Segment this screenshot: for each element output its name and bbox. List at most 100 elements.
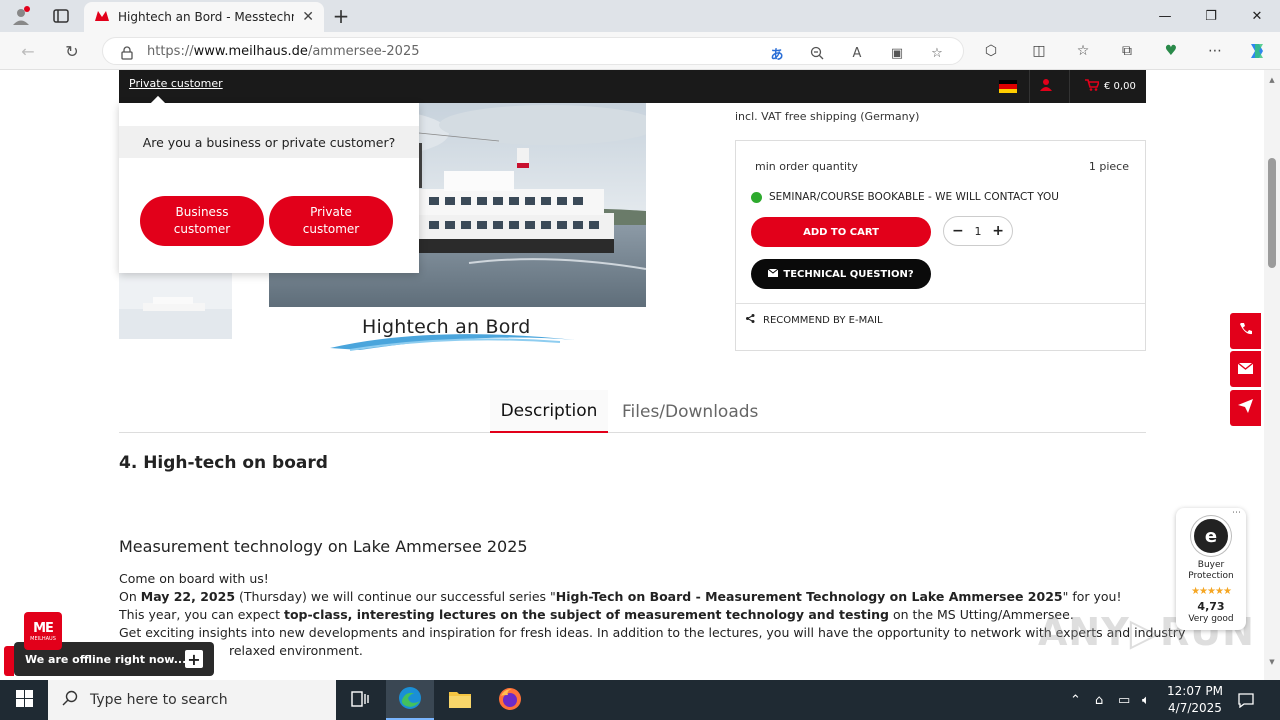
notifications-icon[interactable]: [1238, 680, 1254, 720]
paper-plane-icon: [1238, 399, 1253, 417]
lock-icon[interactable]: [117, 44, 137, 62]
scroll-up-icon[interactable]: ▲: [1268, 76, 1276, 84]
close-tab-icon[interactable]: ✕: [302, 9, 314, 25]
quantity-value[interactable]: 1: [975, 225, 982, 238]
product-thumbnail[interactable]: [119, 273, 232, 339]
windows-taskbar: Type here to search ⌃ ⌂ ▭ 🔈︎ 12:07 PM 4/…: [0, 680, 1280, 720]
windows-logo-icon: [15, 690, 33, 710]
paragraph-line: Get exciting insights into new developme…: [119, 625, 1186, 640]
chat-brand-badge[interactable]: ME MEILHAUS: [24, 612, 62, 650]
translate-icon[interactable]: あ: [767, 44, 787, 63]
add-to-cart-button[interactable]: ADD TO CART: [751, 217, 931, 247]
edge-taskbar-button[interactable]: [386, 680, 434, 720]
back-icon[interactable]: ←: [16, 40, 40, 62]
availability-status: SEMINAR/COURSE BOOKABLE - WE WILL CONTAC…: [751, 191, 1059, 203]
tab-actions-icon[interactable]: [50, 6, 72, 26]
split-screen-icon[interactable]: ◫: [1028, 41, 1050, 61]
show-hidden-icons[interactable]: ⌃: [1070, 680, 1081, 720]
paragraph-line: Come on board with us!: [119, 571, 269, 586]
phone-contact-button[interactable]: [1230, 313, 1261, 349]
page-scrollbar[interactable]: ▲ ▼: [1264, 70, 1280, 680]
firefox-icon: [498, 687, 522, 714]
immersive-reader-icon[interactable]: ▣: [887, 44, 907, 62]
german-flag-icon[interactable]: [999, 80, 1017, 93]
brand-logo-icon: ME: [33, 620, 54, 636]
order-panel: min order quantity 1 piece SEMINAR/COURS…: [735, 140, 1146, 351]
zoom-icon[interactable]: [807, 44, 827, 62]
tray-device-icon[interactable]: ⌂: [1095, 680, 1103, 720]
technical-question-button[interactable]: TECHNICAL QUESTION?: [751, 259, 931, 289]
copilot-icon[interactable]: [1246, 41, 1268, 61]
favorite-star-icon[interactable]: ☆: [927, 44, 947, 62]
file-explorer-button[interactable]: [436, 680, 484, 720]
scrollbar-thumb[interactable]: [1268, 158, 1276, 268]
close-window-icon[interactable]: ✕: [1234, 0, 1280, 32]
tab-description[interactable]: Description: [490, 390, 608, 433]
availability-text: SEMINAR/COURSE BOOKABLE - WE WILL CONTAC…: [769, 191, 1059, 203]
rating-verdict: Very good: [1188, 614, 1234, 624]
tab-files-downloads[interactable]: Files/Downloads: [622, 390, 758, 433]
customer-type-popup: Are you a business or private customer? …: [119, 95, 419, 273]
browser-tab-bar: Hightech an Bord - Messtechnik ✕ + — ❐ ✕: [0, 0, 1280, 32]
edge-browser-icon: [398, 686, 422, 713]
customer-type-question: Are you a business or private customer?: [119, 126, 419, 158]
business-customer-button[interactable]: Business customer: [140, 196, 264, 246]
volume-icon[interactable]: 🔈︎: [1142, 680, 1150, 720]
minimize-icon[interactable]: —: [1142, 0, 1188, 32]
user-account-icon[interactable]: [1040, 78, 1052, 95]
recommend-by-email-link[interactable]: RECOMMEND BY E-MAIL: [746, 314, 883, 326]
firefox-taskbar-button[interactable]: [486, 680, 534, 720]
extensions-icon[interactable]: ⬡: [980, 41, 1002, 61]
clock-date: 4/7/2025: [1168, 701, 1222, 715]
browser-essentials-icon[interactable]: ♥: [1160, 41, 1182, 61]
profile-icon[interactable]: [10, 6, 32, 26]
chat-side-tab[interactable]: [4, 646, 14, 676]
start-button[interactable]: [0, 680, 48, 720]
restore-icon[interactable]: ❐: [1188, 0, 1234, 32]
email-contact-button[interactable]: [1230, 351, 1261, 387]
increase-quantity-icon[interactable]: +: [992, 223, 1004, 239]
favorites-icon[interactable]: ☆: [1072, 41, 1094, 61]
scroll-down-icon[interactable]: ▼: [1268, 658, 1276, 666]
taskbar-search[interactable]: Type here to search: [48, 680, 336, 720]
price-note: incl. VAT free shipping (Germany): [735, 110, 920, 123]
network-icon[interactable]: ▭: [1118, 680, 1130, 720]
strip-divider: [1029, 70, 1030, 103]
active-tab[interactable]: Hightech an Bord - Messtechnik ✕: [84, 2, 324, 32]
task-view-button[interactable]: [336, 680, 384, 720]
technical-question-label: TECHNICAL QUESTION?: [783, 268, 914, 280]
rating-stars: ★★★★★: [1191, 586, 1232, 597]
tab-title: Hightech an Bord - Messtechnik: [118, 10, 295, 24]
buyer-protection-label: Buyer Protection: [1188, 560, 1234, 581]
phone-icon: [1239, 322, 1253, 340]
shopping-cart-icon: [1085, 79, 1101, 94]
collections-icon[interactable]: ⧉: [1116, 41, 1138, 61]
task-view-icon: [351, 690, 369, 710]
decrease-quantity-icon[interactable]: −: [952, 223, 964, 239]
address-bar: ← ↻ https://www.meilhaus.de/ammersee-202…: [0, 32, 1280, 70]
cart-summary[interactable]: € 0,00: [1085, 79, 1136, 94]
more-menu-icon[interactable]: ⋯: [1204, 41, 1226, 61]
share-icon: [746, 314, 755, 326]
private-customer-link[interactable]: Private customer: [129, 77, 223, 90]
private-customer-button[interactable]: Private customer: [269, 196, 393, 246]
refresh-icon[interactable]: ↻: [60, 40, 84, 62]
cart-total: € 0,00: [1104, 81, 1136, 92]
site-favicon-icon: [94, 10, 110, 25]
read-aloud-icon[interactable]: A: [847, 44, 867, 62]
status-dot-icon: [751, 191, 762, 203]
brand-logo-text: MEILHAUS: [30, 635, 56, 642]
min-order-value: 1 piece: [1088, 160, 1129, 173]
paragraph-line: This year, you can expect top-class, int…: [119, 607, 1074, 622]
chat-expand-icon[interactable]: +: [185, 650, 203, 669]
mail-icon: [1237, 360, 1254, 378]
envelope-icon: [768, 268, 779, 280]
rating-value: 4,73: [1197, 600, 1225, 613]
trust-badge-widget[interactable]: ⋯ e Buyer Protection ★★★★★ 4,73 Very goo…: [1176, 508, 1246, 630]
send-contact-button[interactable]: [1230, 390, 1261, 426]
widget-menu-icon[interactable]: ⋯: [1232, 508, 1241, 518]
trust-seal-icon: e: [1191, 516, 1231, 556]
system-clock[interactable]: 12:07 PM 4/7/2025: [1166, 683, 1224, 717]
new-tab-icon[interactable]: +: [330, 4, 352, 28]
url-field[interactable]: https://www.meilhaus.de/ammersee-2025 あ …: [102, 37, 964, 65]
